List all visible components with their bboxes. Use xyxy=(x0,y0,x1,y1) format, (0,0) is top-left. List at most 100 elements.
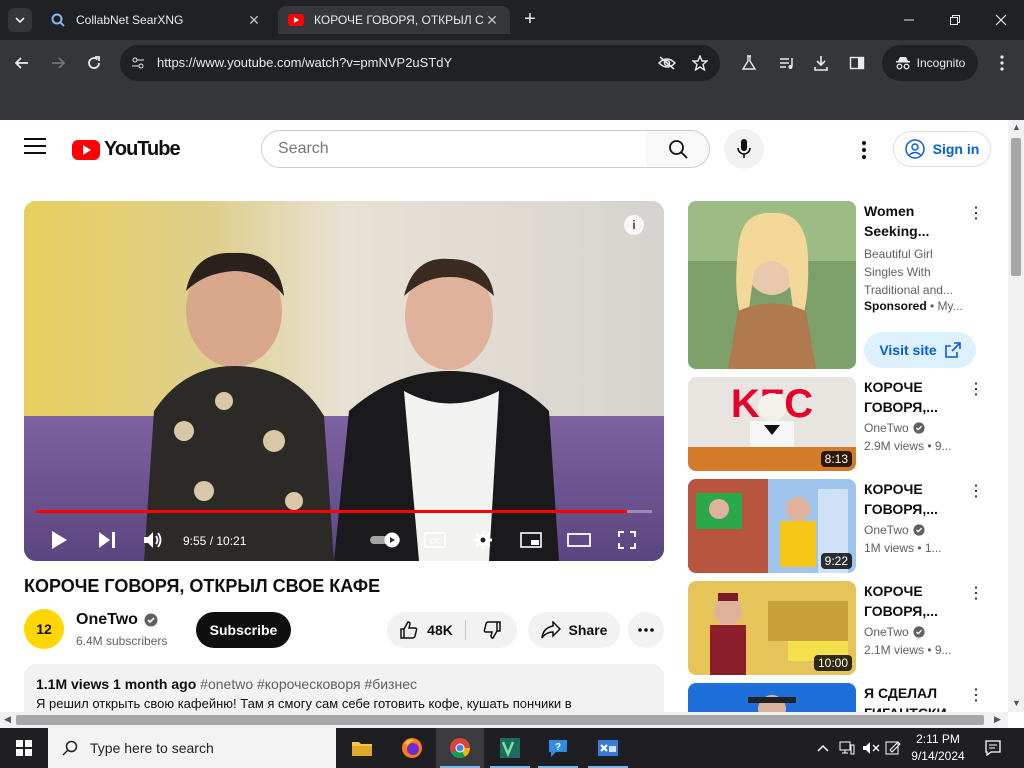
scroll-up-icon[interactable]: ▲ xyxy=(1012,122,1021,132)
settings-more-icon[interactable] xyxy=(852,138,876,162)
browser-menu-button[interactable] xyxy=(987,48,1017,78)
star-bookmark-icon[interactable] xyxy=(690,53,710,73)
subtitles-button[interactable]: CC xyxy=(422,525,448,555)
recommendation-channel[interactable]: OneTwo xyxy=(864,421,909,435)
restore-button[interactable] xyxy=(932,0,978,40)
tray-overflow-chevron-icon[interactable] xyxy=(812,728,834,768)
voice-search-button[interactable] xyxy=(724,129,764,169)
video-progress-bar[interactable] xyxy=(36,510,652,513)
file-explorer-app[interactable] xyxy=(338,728,386,768)
help-chat-app[interactable]: ? xyxy=(534,728,582,768)
notifications-icon[interactable] xyxy=(980,728,1006,768)
ad-thumbnail[interactable] xyxy=(688,201,856,369)
miniplayer-button[interactable] xyxy=(518,525,544,555)
search-input[interactable]: Search xyxy=(261,130,647,168)
incognito-indicator[interactable]: Incognito xyxy=(882,45,978,81)
recommendation-channel[interactable]: OneTwo xyxy=(864,625,909,639)
channel-name-row[interactable]: OneTwo xyxy=(76,611,158,629)
start-button[interactable] xyxy=(0,728,48,768)
scroll-right-icon[interactable]: ▶ xyxy=(994,714,1001,725)
vscode-like-app[interactable] xyxy=(486,728,534,768)
close-tab-icon[interactable]: ✕ xyxy=(246,12,262,29)
visit-site-button[interactable]: Visit site xyxy=(864,332,976,368)
channel-name[interactable]: OneTwo xyxy=(76,611,138,629)
recommendation-channel-row[interactable]: OneTwo xyxy=(864,625,925,639)
scroll-left-icon[interactable]: ◀ xyxy=(4,714,11,725)
subscribe-button[interactable]: Subscribe xyxy=(196,612,291,648)
close-tab-icon[interactable]: ✕ xyxy=(484,12,500,29)
recommendation-thumbnail[interactable]: 10:00 xyxy=(688,581,856,675)
like-button[interactable]: 48K xyxy=(387,612,465,648)
recommendation-title[interactable]: Я СДЕЛАЛ ГИГАНТСКИ xyxy=(864,683,974,713)
recommendation-channel[interactable]: OneTwo xyxy=(864,523,909,537)
taskbar-clock[interactable]: 2:11 PM 9/14/2024 xyxy=(904,731,972,765)
new-tab-button[interactable]: + xyxy=(518,8,542,32)
recommendation-item[interactable]: KFC 8:13 КОРОЧЕ ГОВОРЯ,... OneTwo 2.9M v… xyxy=(688,377,1000,471)
dislike-button[interactable] xyxy=(467,612,517,648)
back-button[interactable] xyxy=(7,48,37,78)
recommendation-thumbnail[interactable]: KFC 8:13 xyxy=(688,377,856,471)
recommendation-item[interactable]: 10:00 КОРОЧЕ ГОВОРЯ,... OneTwo 2.1M view… xyxy=(688,581,1000,675)
minimize-button[interactable] xyxy=(886,0,932,40)
volume-muted-icon[interactable] xyxy=(860,728,882,768)
info-icon[interactable]: i xyxy=(624,215,644,235)
network-icon[interactable] xyxy=(836,728,858,768)
autoplay-toggle[interactable] xyxy=(366,525,406,555)
recommendation-item[interactable]: Я СДЕЛАЛ ГИГАНТСКИ ⋮ xyxy=(688,683,1000,713)
vertical-scroll-thumb[interactable] xyxy=(1011,138,1021,276)
firefox-app[interactable] xyxy=(388,728,436,768)
recommendation-menu-icon[interactable]: ⋮ xyxy=(968,379,984,399)
ad-menu-icon[interactable]: ⋮ xyxy=(968,203,984,223)
reload-button[interactable] xyxy=(79,48,109,78)
share-button[interactable]: Share xyxy=(528,612,620,648)
address-bar[interactable]: https://www.youtube.com/watch?v=pmNVP2uS… xyxy=(120,45,720,81)
next-button[interactable] xyxy=(94,525,120,555)
recommendation-item[interactable]: 9:22 КОРОЧЕ ГОВОРЯ,... OneTwo 1M views •… xyxy=(688,479,1000,573)
vertical-scrollbar[interactable]: ▲ ▼ xyxy=(1008,120,1024,712)
eye-off-icon[interactable] xyxy=(657,53,677,73)
theater-mode-button[interactable] xyxy=(566,525,592,555)
recommendation-title[interactable]: КОРОЧЕ ГОВОРЯ,... xyxy=(864,479,974,519)
labs-flask-icon[interactable] xyxy=(734,48,764,78)
video-player[interactable]: i 9:55 / 10:21 CC xyxy=(24,201,664,561)
youtube-logo[interactable]: YouTube xyxy=(72,138,181,161)
hashtags[interactable]: #onetwo #короческоворя #бизнес xyxy=(200,676,417,692)
close-window-button[interactable] xyxy=(978,0,1024,40)
network-tool-app[interactable] xyxy=(584,728,632,768)
recommendation-title[interactable]: КОРОЧЕ ГОВОРЯ,... xyxy=(864,581,974,621)
recommendation-menu-icon[interactable]: ⋮ xyxy=(968,583,984,603)
sidebar-ad[interactable]: Women Seeking... Beautiful Girl Singles … xyxy=(688,201,1000,371)
forward-button[interactable] xyxy=(43,48,73,78)
recommendation-menu-icon[interactable]: ⋮ xyxy=(968,685,984,705)
more-actions-button[interactable] xyxy=(628,612,664,648)
recommendation-menu-icon[interactable]: ⋮ xyxy=(968,481,984,501)
media-control-icon[interactable] xyxy=(772,48,802,78)
recommendation-channel-row[interactable]: OneTwo xyxy=(864,523,925,537)
sign-in-button[interactable]: Sign in xyxy=(893,131,991,167)
channel-avatar[interactable]: 12 xyxy=(24,609,64,649)
fullscreen-button[interactable] xyxy=(614,525,640,555)
play-button[interactable] xyxy=(46,525,72,555)
tab-searxng[interactable]: CollabNet SearXNG ✕ xyxy=(40,6,272,34)
ad-title[interactable]: Women Seeking... xyxy=(864,201,944,241)
settings-button[interactable] xyxy=(470,525,496,555)
tab-search-button[interactable] xyxy=(8,8,32,32)
tab-youtube-video[interactable]: КОРОЧЕ ГОВОРЯ, ОТКРЫЛ СВ ✕ xyxy=(278,6,510,34)
download-icon[interactable] xyxy=(806,48,836,78)
horizontal-scroll-thumb[interactable] xyxy=(16,715,984,725)
horizontal-scrollbar[interactable]: ◀ ▶ xyxy=(0,712,1008,728)
recommendation-thumbnail[interactable]: 9:22 xyxy=(688,479,856,573)
site-settings-icon[interactable] xyxy=(128,53,148,73)
side-panel-icon[interactable] xyxy=(842,48,872,78)
recommendation-title[interactable]: КОРОЧЕ ГОВОРЯ,... xyxy=(864,377,974,417)
search-button[interactable] xyxy=(646,130,710,168)
recommendation-thumbnail[interactable] xyxy=(688,683,856,713)
chrome-app[interactable] xyxy=(436,728,484,768)
scroll-down-icon[interactable]: ▼ xyxy=(1012,698,1021,708)
taskbar-search-input[interactable]: Type here to search xyxy=(48,728,336,768)
recommendation-channel-row[interactable]: OneTwo xyxy=(864,421,925,435)
menu-hamburger-icon[interactable] xyxy=(24,138,46,156)
closed-captions-icon: CC xyxy=(424,532,446,548)
volume-button[interactable] xyxy=(140,525,166,555)
pen-input-icon[interactable] xyxy=(882,728,904,768)
